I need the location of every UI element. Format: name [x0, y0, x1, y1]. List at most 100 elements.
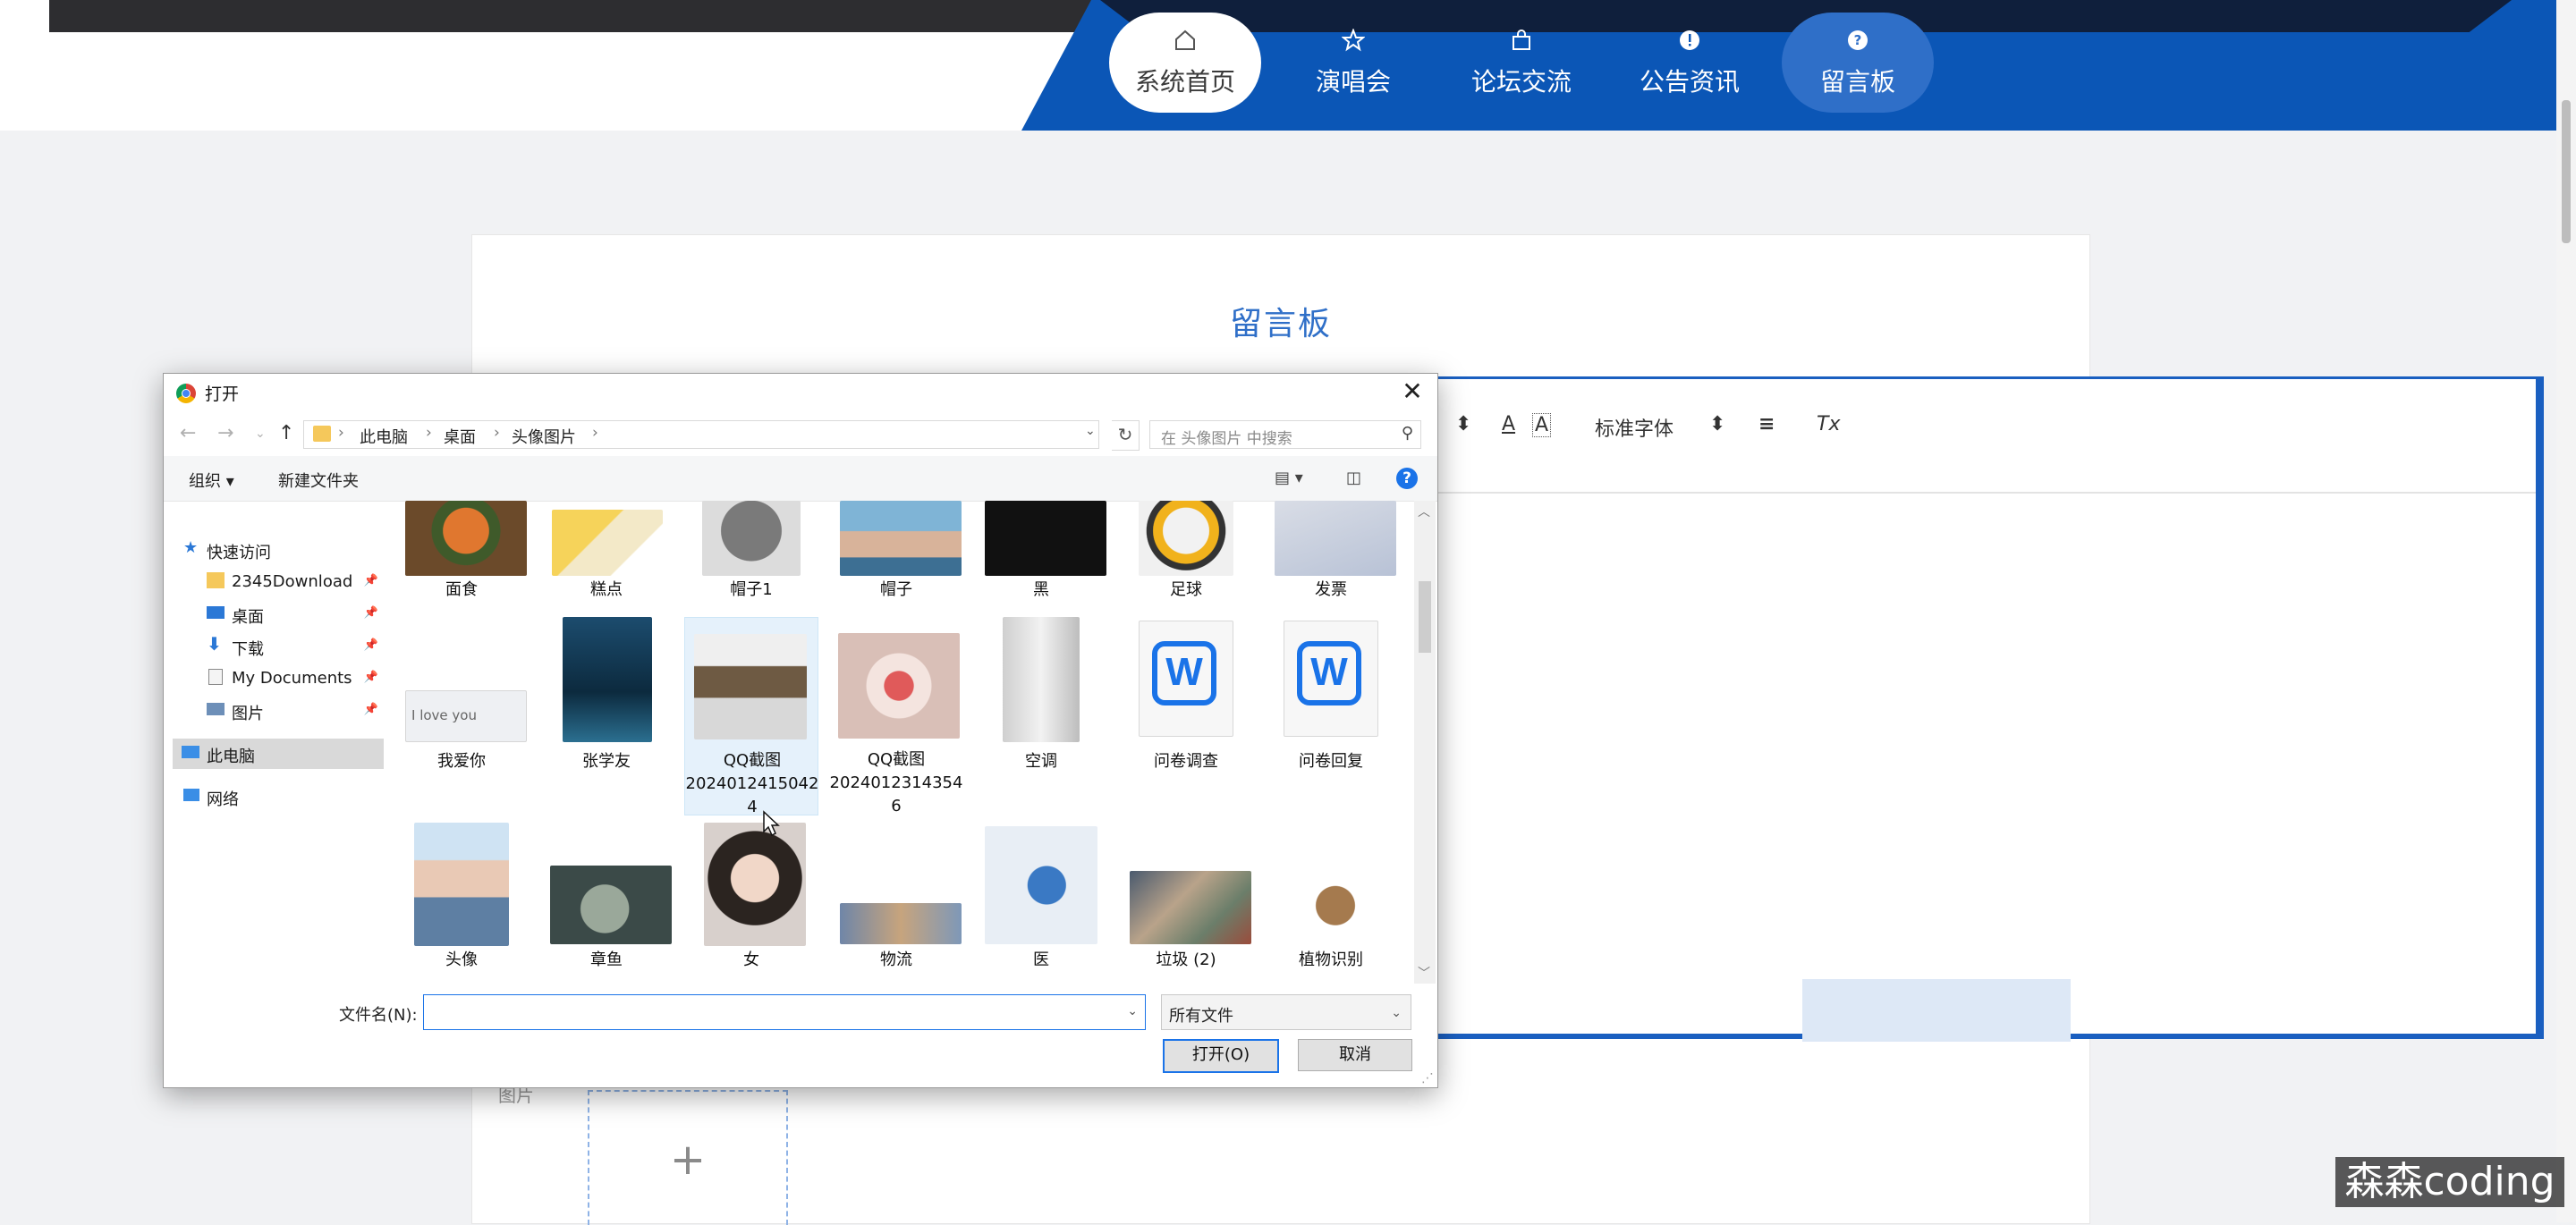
file-item[interactable]: 帽子	[829, 501, 963, 608]
up-arrow-icon[interactable]: ↑	[278, 422, 294, 444]
file-item[interactable]: 帽子1	[684, 501, 818, 608]
search-input[interactable]: 在 头像图片 中搜索 ⚲	[1149, 420, 1421, 449]
file-name: 我爱你	[437, 752, 486, 771]
filetype-select[interactable]: 所有文件 ⌄	[1161, 994, 1411, 1030]
scroll-up-icon[interactable]: ︿	[1418, 503, 1430, 520]
file-item[interactable]: 面食	[394, 501, 529, 608]
nav-2345download[interactable]: 2345Download 📌	[182, 567, 384, 597]
file-item[interactable]: 张学友	[539, 617, 674, 778]
view-options-icon[interactable]: ▤ ▾	[1275, 469, 1303, 487]
open-button[interactable]: 打开(O)	[1163, 1039, 1279, 1073]
font-family-select[interactable]: 标准字体	[1595, 413, 1674, 442]
breadcrumb-folder[interactable]: 头像图片	[512, 425, 576, 448]
file-thumbnail	[1275, 501, 1396, 576]
breadcrumb-separator: ›	[592, 424, 598, 442]
file-item[interactable]: 物流	[829, 823, 963, 984]
bg-color-icon[interactable]: A	[1532, 413, 1552, 437]
file-item[interactable]: 糕点	[539, 501, 674, 608]
forward-arrow-icon[interactable]: →	[217, 422, 233, 444]
help-icon[interactable]: ?	[1396, 468, 1418, 489]
file-name-line: QQ截图	[723, 751, 782, 770]
nav-pane-label: 2345Download	[232, 572, 353, 591]
font-color-icon[interactable]: A	[1502, 413, 1515, 435]
pin-icon: 📌	[363, 638, 378, 652]
new-folder-button[interactable]: 新建文件夹	[278, 469, 359, 492]
file-name-line: 2024012415042	[685, 774, 819, 793]
file-name: 空调	[1025, 752, 1057, 771]
chevron-down-icon[interactable]: ⌄	[1127, 1004, 1138, 1018]
file-item[interactable]: 植物识别	[1264, 823, 1398, 984]
file-item[interactable]: 头像	[394, 823, 529, 984]
nav-this-pc[interactable]: 此电脑	[173, 739, 384, 769]
plus-icon: +	[669, 1135, 707, 1185]
resize-grip-icon[interactable]: ⋰	[1421, 1071, 1434, 1086]
breadcrumb-this-pc[interactable]: 此电脑	[360, 425, 408, 448]
refresh-icon[interactable]: ↻	[1112, 420, 1140, 451]
address-bar[interactable]: › 此电脑 › 桌面 › 头像图片 ›	[303, 420, 1099, 449]
nav-item-news[interactable]: 公告资讯	[1614, 13, 1766, 113]
file-thumbnail	[405, 501, 527, 576]
file-name: 帽子	[880, 580, 912, 599]
file-item[interactable]: 空调	[974, 617, 1108, 778]
pin-icon: 📌	[363, 606, 378, 620]
file-thumbnail	[840, 501, 962, 576]
clear-format-icon[interactable]: Tx	[1817, 413, 1840, 435]
breadcrumb-desktop[interactable]: 桌面	[444, 425, 476, 448]
scroll-down-icon[interactable]: ﹀	[1418, 964, 1430, 982]
back-arrow-icon[interactable]: ←	[180, 422, 196, 444]
filename-input[interactable]: ⌄	[423, 994, 1146, 1030]
file-item[interactable]: W 问卷调查	[1119, 617, 1253, 778]
file-item[interactable]: QQ截图 2024012314354 6	[829, 617, 963, 815]
file-item[interactable]: 足球	[1119, 501, 1253, 608]
nav-pictures[interactable]: 图片 📌	[182, 696, 384, 726]
file-item[interactable]: 垃圾 (2)	[1119, 823, 1253, 984]
file-thumbnail	[840, 903, 962, 944]
cancel-button[interactable]: 取消	[1298, 1039, 1412, 1071]
dialog-titlebar[interactable]: 打开 ✕	[164, 374, 1437, 411]
nav-item-concert[interactable]: 演唱会	[1277, 13, 1429, 113]
address-dropdown-icon[interactable]: ⌄	[1085, 424, 1096, 438]
main-nav: 系统首页 演唱会 论坛交流 公告资讯 ? 留言板	[1109, 13, 1934, 114]
breadcrumb-separator: ›	[426, 424, 432, 442]
file-item[interactable]: I love you 我爱你	[394, 617, 529, 778]
stepper-icon[interactable]: ⬍	[1709, 413, 1725, 435]
nav-network[interactable]: 网络	[182, 781, 384, 812]
nav-my-documents[interactable]: My Documents 📌	[182, 663, 384, 694]
page-scrollbar-thumb[interactable]	[2562, 100, 2571, 243]
image-upload-box[interactable]: +	[588, 1090, 788, 1225]
file-item[interactable]: 黑	[974, 501, 1108, 608]
file-thumbnail	[552, 510, 663, 576]
nav-item-forum[interactable]: 论坛交流	[1445, 13, 1597, 113]
scrollbar-thumb[interactable]	[1419, 581, 1431, 653]
file-list-scrollbar[interactable]: ︿ ﹀	[1414, 501, 1436, 984]
site-header: 系统首页 演唱会 论坛交流 公告资讯 ? 留言板	[0, 0, 2576, 131]
rich-text-editor[interactable]: 本 ⬍ A A 标准字体 ⬍ ≡ Tx	[1367, 376, 2544, 1039]
mouse-cursor-icon	[763, 810, 780, 837]
nav-desktop[interactable]: 桌面 📌	[182, 599, 384, 629]
stepper-icon[interactable]: ⬍	[1455, 413, 1471, 435]
nav-item-messageboard[interactable]: ? 留言板	[1782, 13, 1934, 113]
file-item[interactable]: 女	[684, 823, 818, 984]
file-item[interactable]: 发票	[1264, 501, 1398, 608]
file-thumbnail	[704, 823, 806, 946]
nav-downloads[interactable]: ⬇ 下载 📌	[182, 631, 384, 662]
file-name: 植物识别	[1299, 950, 1363, 969]
page-scrollbar[interactable]	[2556, 0, 2576, 1222]
preview-pane-icon[interactable]: ◫	[1346, 469, 1361, 487]
nav-label: 系统首页	[1134, 67, 1235, 97]
nav-quick-access[interactable]: ★ 快速访问	[182, 535, 384, 565]
file-item[interactable]: 医	[974, 823, 1108, 984]
organize-button[interactable]: 组织 ▾	[189, 469, 234, 492]
history-chevron-icon[interactable]: ⌄	[255, 427, 266, 441]
file-item-selected[interactable]: QQ截图 2024012415042 4	[684, 617, 819, 816]
file-item[interactable]: 章鱼	[539, 823, 674, 984]
file-name: 面食	[445, 580, 478, 599]
align-icon[interactable]: ≡	[1758, 413, 1775, 435]
close-icon[interactable]: ✕	[1396, 376, 1428, 408]
nav-label: 留言板	[1819, 67, 1895, 97]
file-item[interactable]: W 问卷回复	[1264, 617, 1398, 778]
nav-item-home[interactable]: 系统首页	[1109, 13, 1261, 113]
chrome-icon	[176, 384, 196, 403]
question-icon: ?	[1844, 27, 1871, 54]
nav-pane-label: 图片	[232, 705, 264, 723]
